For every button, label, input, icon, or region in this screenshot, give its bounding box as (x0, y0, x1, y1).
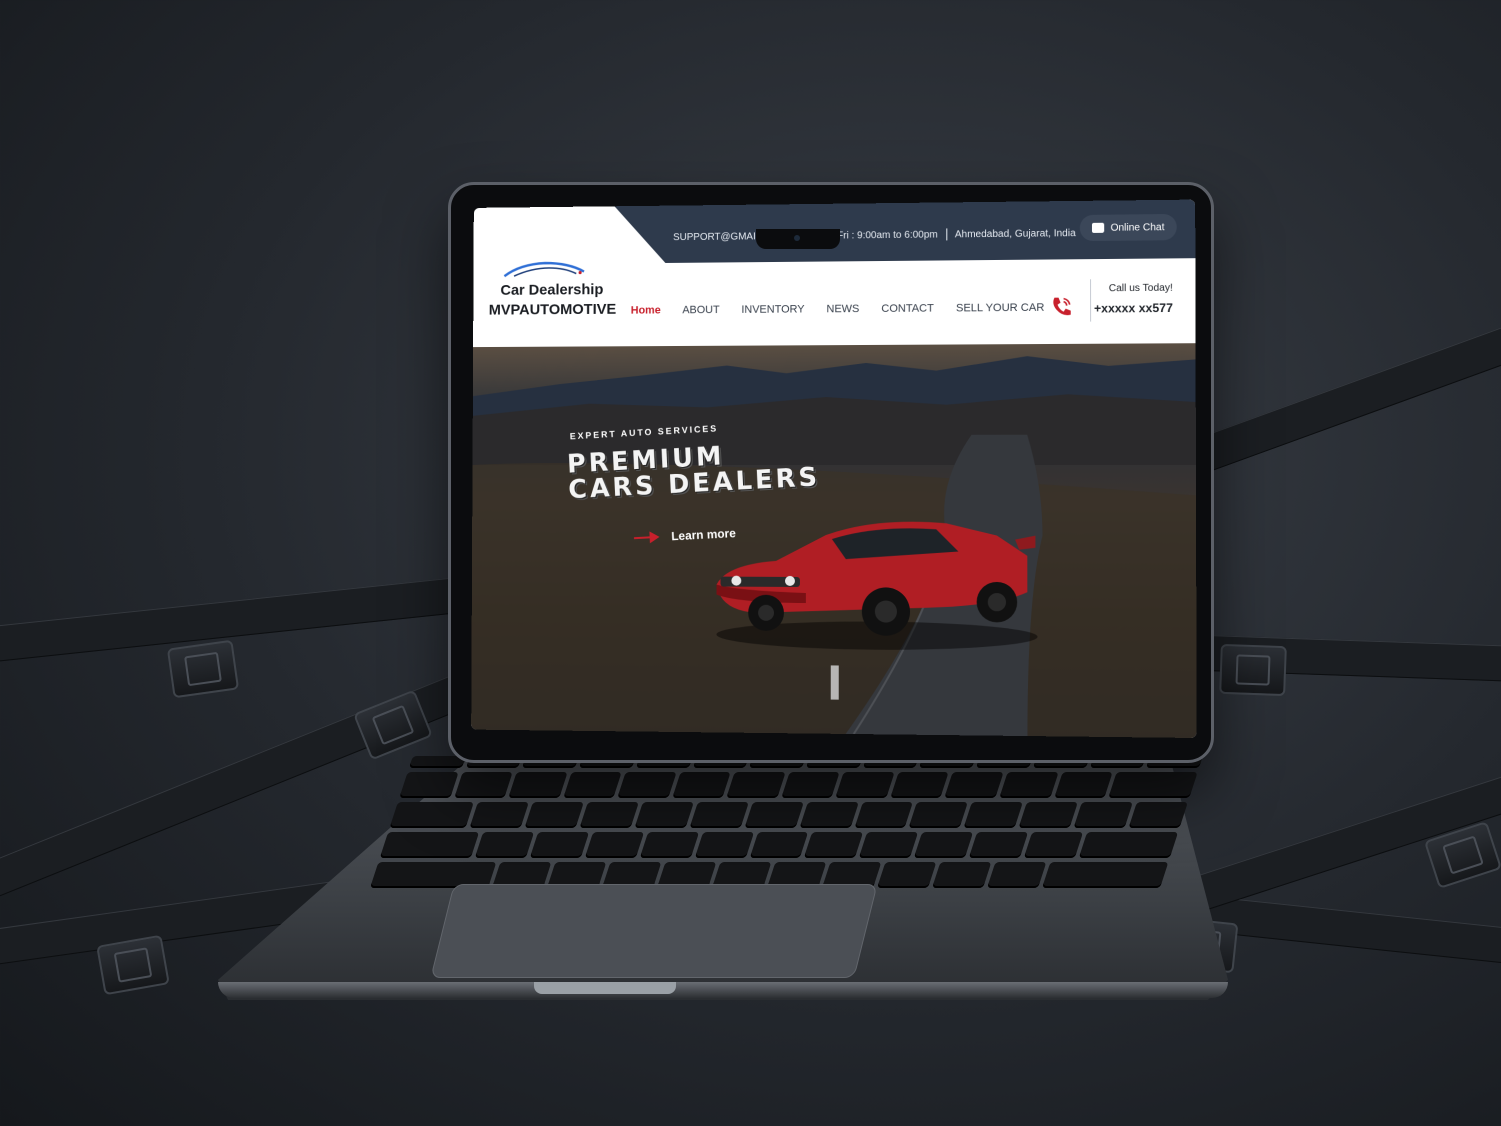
nav-inventory[interactable]: INVENTORY (741, 303, 804, 315)
top-info-bar: SUPPORT@GMAIL.COM Mon to Fri : 9:00am to… (614, 200, 1195, 264)
strap (0, 571, 520, 665)
call-number[interactable]: +xxxxx xx577 (1094, 301, 1173, 316)
call-label: Call us Today! (1109, 283, 1173, 295)
laptop-base-edge (218, 982, 1228, 998)
strap-buckle (1219, 644, 1287, 696)
nav-home[interactable]: Home (631, 305, 661, 317)
nav-about[interactable]: ABOUT (682, 304, 719, 316)
main-nav: Home ABOUT INVENTORY NEWS CONTACT SELL Y… (631, 302, 1045, 317)
divider (946, 228, 947, 240)
red-muscle-car-image (697, 495, 1038, 657)
nav-sell-your-car[interactable]: SELL YOUR CAR (956, 302, 1044, 315)
online-chat-label: Online Chat (1110, 222, 1164, 234)
strap-buckle (167, 640, 239, 699)
trackpad (430, 884, 877, 978)
hero-banner: EXPERT AUTO SERVICES PREMIUM CARS DEALER… (471, 343, 1196, 738)
car-silhouette-logo-icon[interactable] (501, 258, 588, 280)
chat-bubble-icon (1092, 223, 1104, 233)
camera-notch (756, 229, 840, 249)
office-location: Ahmedabad, Gujarat, India (955, 228, 1076, 240)
online-chat-button[interactable]: Online Chat (1080, 214, 1177, 241)
strap-buckle (96, 935, 170, 996)
thumb-notch (534, 982, 676, 994)
site-header: Car Dealership MVPAUTOMOTIVE Home ABOUT … (473, 258, 1195, 347)
brand-wordmark[interactable]: MVPAUTOMOTIVE (489, 301, 617, 319)
divider (1090, 279, 1091, 321)
hero-title: PREMIUM CARS DEALERS (567, 438, 821, 503)
nav-contact[interactable]: CONTACT (881, 303, 934, 315)
contact-info: SUPPORT@GMAIL.COM Mon to Fri : 9:00am to… (673, 227, 1076, 243)
website-screen: SUPPORT@GMAIL.COM Mon to Fri : 9:00am to… (471, 200, 1196, 738)
arrow-right-icon (634, 531, 660, 544)
keyboard (370, 756, 1203, 888)
laptop-lid: SUPPORT@GMAIL.COM Mon to Fri : 9:00am to… (448, 182, 1214, 763)
phone-icon[interactable] (1048, 293, 1074, 319)
nav-news[interactable]: NEWS (826, 303, 859, 315)
strap (1194, 323, 1501, 473)
brand-name[interactable]: Car Dealership (500, 281, 603, 299)
